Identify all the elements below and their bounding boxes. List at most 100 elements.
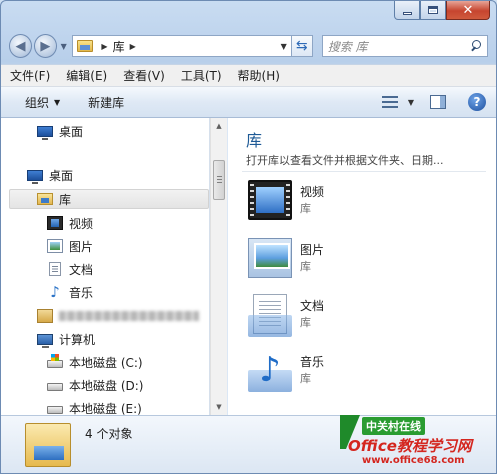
new-library-button[interactable]: 新建库 [88, 94, 124, 111]
nav-label: 文档 [69, 262, 94, 277]
navigation-pane: 桌面 桌面 库 视频 图片 文档 ♪ 音乐 计算机 本地磁盘 (C:) 本地磁盘… [1, 118, 210, 415]
back-arrow-icon: ◀ [15, 38, 26, 54]
maximize-button[interactable] [420, 1, 446, 20]
library-large-icon [25, 423, 71, 467]
page-title: 库 [246, 131, 263, 150]
scroll-thumb[interactable] [213, 160, 225, 200]
nav-label: 桌面 [49, 168, 74, 183]
watermark: 中关村在线 Office教程学习网 www.office68.com [340, 415, 492, 473]
nav-documents[interactable]: 文档 [47, 259, 93, 279]
nav-user-folder[interactable] [37, 306, 199, 326]
item-count: 4 个对象 [85, 427, 133, 441]
back-button[interactable]: ◀ [9, 34, 32, 58]
library-item-documents[interactable]: 文档 库 [248, 294, 448, 342]
divider [242, 171, 486, 172]
search-input[interactable]: 搜索 库 [321, 35, 488, 57]
nav-label: 音乐 [69, 285, 94, 300]
nav-videos[interactable]: 视频 [47, 213, 93, 233]
documents-library-icon [49, 262, 61, 276]
nav-pictures[interactable]: 图片 [47, 236, 93, 256]
user-folder-icon [37, 309, 53, 323]
forward-button[interactable]: ▶ [33, 34, 57, 58]
blurred-user-name [59, 311, 199, 321]
desktop-icon [27, 169, 43, 184]
address-row: ◀ ▶ ▼ ▶ 库 ▶ ▼ ⇆ 搜索 库 [9, 33, 488, 59]
menu-file[interactable]: 文件(F) [10, 67, 50, 84]
library-item-pictures[interactable]: 图片 库 [248, 238, 448, 286]
nav-scrollbar[interactable]: ▲ ▼ [210, 118, 227, 415]
nav-label: 图片 [69, 239, 94, 254]
nav-computer[interactable]: 计算机 [37, 329, 95, 349]
close-icon: ✕ [462, 2, 474, 18]
library-name: 音乐 [300, 355, 325, 369]
nav-label: 本地磁盘 (C:) [69, 355, 143, 370]
change-view-icon[interactable] [381, 95, 400, 109]
menu-tools[interactable]: 工具(T) [181, 67, 222, 84]
scroll-down-icon[interactable]: ▼ [211, 399, 227, 415]
library-name: 文档 [300, 299, 325, 313]
recent-pages-dropdown[interactable]: ▼ [59, 42, 69, 51]
search-icon[interactable] [470, 40, 482, 52]
menu-bar: 文件(F) 编辑(E) 查看(V) 工具(T) 帮助(H) [1, 64, 496, 87]
nav-disk-d[interactable]: 本地磁盘 (D:) [47, 375, 143, 395]
organize-label: 组织 [25, 95, 50, 110]
chevron-down-icon: ▼ [54, 97, 61, 107]
library-icon [37, 193, 53, 205]
address-bar[interactable]: ▶ 库 ▶ ▼ [72, 35, 292, 57]
video-library-icon [47, 216, 63, 230]
library-type: 库 [300, 316, 311, 329]
computer-icon [37, 333, 53, 348]
watermark-url: www.office68.com [362, 455, 465, 466]
nav-disk-c[interactable]: 本地磁盘 (C:) [47, 352, 143, 372]
help-icon[interactable]: ? [468, 93, 486, 111]
minimize-button[interactable] [394, 1, 420, 20]
nav-music[interactable]: ♪ 音乐 [47, 282, 93, 302]
watermark-title: 中关村在线 [362, 417, 425, 435]
music-library-icon: ♪ [248, 350, 292, 392]
nav-label: 计算机 [59, 332, 96, 347]
library-name: 视频 [300, 185, 325, 199]
content-pane: 库 打开库以查看文件并根据文件夹、日期... 视频 库 图片 库 文档 库 ♪ … [228, 118, 496, 415]
search-placeholder: 搜索 库 [327, 39, 368, 54]
nav-label: 桌面 [59, 124, 84, 139]
breadcrumb-library[interactable]: 库 [113, 38, 125, 55]
maximize-icon [428, 6, 438, 14]
nav-desktop[interactable]: 桌面 [27, 165, 73, 185]
command-bar: 组织 ▼ 新建库 ▼ ? [1, 87, 496, 118]
refresh-button[interactable]: ⇆ [291, 35, 313, 57]
view-options-dropdown[interactable]: ▼ [408, 98, 414, 107]
address-dropdown-icon[interactable]: ▼ [281, 42, 287, 51]
library-item-videos[interactable]: 视频 库 [248, 180, 448, 228]
organize-button[interactable]: 组织 ▼ [25, 94, 60, 111]
close-button[interactable]: ✕ [446, 1, 490, 20]
music-note-icon: ♪ [50, 283, 60, 301]
menu-edit[interactable]: 编辑(E) [66, 67, 107, 84]
nav-disk-e[interactable]: 本地磁盘 (E:) [47, 398, 142, 415]
nav-label: 视频 [69, 216, 94, 231]
nav-label: 本地磁盘 (D:) [69, 378, 144, 393]
caption-buttons: ✕ [394, 1, 490, 20]
library-item-music[interactable]: ♪ 音乐 库 [248, 350, 448, 398]
pictures-library-icon [248, 238, 292, 278]
library-type: 库 [300, 260, 311, 273]
disk-icon [47, 383, 63, 391]
explorer-window: ✕ ◀ ▶ ▼ ▶ 库 ▶ ▼ ⇆ 搜索 库 文件(F) 编辑(E) 查看(V)… [0, 0, 497, 474]
scroll-up-icon[interactable]: ▲ [211, 118, 227, 134]
library-type: 库 [300, 202, 311, 215]
refresh-icon: ⇆ [295, 38, 308, 54]
desktop-icon [37, 125, 53, 140]
nav-label: 库 [59, 192, 72, 207]
menu-view[interactable]: 查看(V) [123, 67, 165, 84]
breadcrumb-separator-icon[interactable]: ▶ [130, 42, 136, 51]
breadcrumb-separator-icon[interactable]: ▶ [101, 42, 107, 51]
system-disk-icon [47, 354, 63, 368]
menu-help[interactable]: 帮助(H) [238, 67, 280, 84]
nav-label: 本地磁盘 (E:) [69, 401, 142, 416]
nav-desktop-favorite[interactable]: 桌面 [37, 121, 83, 141]
nav-library[interactable]: 库 [9, 189, 209, 209]
watermark-brand: Office教程学习网 [348, 437, 472, 455]
minimize-icon [402, 11, 412, 15]
library-folder-icon [77, 40, 94, 52]
video-library-icon [248, 180, 292, 220]
preview-pane-icon[interactable] [430, 95, 446, 109]
